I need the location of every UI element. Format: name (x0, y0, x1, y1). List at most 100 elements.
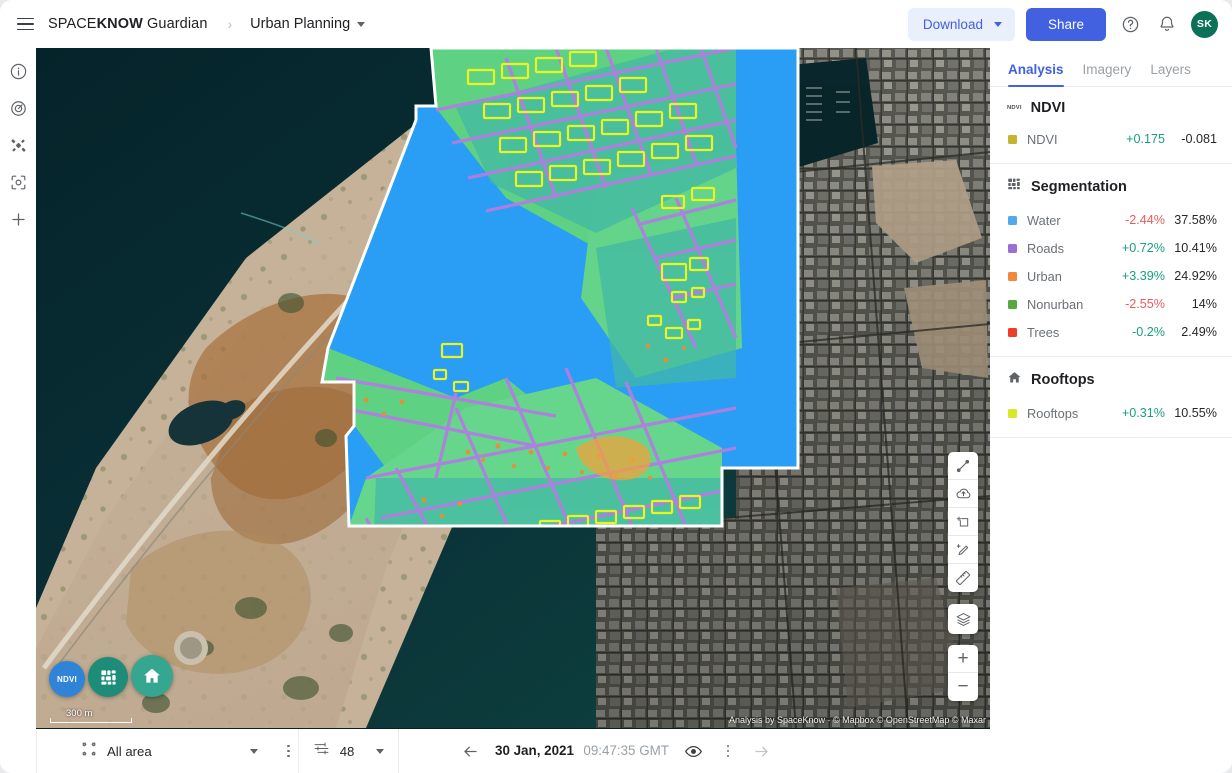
chevron-down-icon[interactable] (376, 748, 385, 754)
list-item[interactable]: Nonurban -2.55% 14% (1005, 290, 1217, 318)
brand-title: SPACEKNOW Guardian (48, 16, 208, 32)
list-item[interactable]: Roads +0.72% 10.41% (1005, 234, 1217, 262)
map-viewport[interactable]: + − NDVI 300 m Analysis by SpaceKnow · ©… (36, 48, 990, 729)
aoi-selector[interactable]: All area (81, 741, 152, 762)
satellite-icon[interactable] (5, 132, 31, 158)
list-item-delta: -2.55% (1125, 297, 1165, 311)
avatar[interactable]: SK (1191, 10, 1218, 38)
help-circle-icon[interactable] (1117, 11, 1143, 37)
list-item[interactable]: Trees -0.2% 2.49% (1005, 318, 1217, 346)
color-swatch (1008, 271, 1017, 281)
color-swatch (1008, 134, 1017, 144)
list-item-label: Water (1027, 212, 1061, 228)
tab-imagery[interactable]: Imagery (1083, 62, 1132, 86)
list-item-value: -0.081 (1181, 132, 1217, 146)
list-item-label: Rooftops (1027, 405, 1079, 421)
list-item-value: 10.41% (1174, 241, 1217, 255)
divider (398, 729, 400, 773)
list-item-delta: +0.72% (1121, 241, 1165, 255)
zoom-in-button[interactable]: + (948, 645, 978, 673)
section-ndvi-header: NDVI NDVI (1005, 100, 1217, 116)
layer-toggle-fabs: NDVI (49, 655, 173, 697)
date-display: 30 Jan, 2021 09:47:35 GMT (495, 742, 669, 760)
polyline-icon[interactable] (948, 452, 978, 480)
list-item-value: 37.58% (1174, 213, 1217, 227)
scan-frame-icon[interactable] (5, 169, 31, 195)
section-segmentation-title: Segmentation (1031, 179, 1127, 195)
scene-filter-cell: 48 (299, 729, 399, 773)
map-attribution: Analysis by SpaceKnow · © Mapbox © OpenS… (728, 715, 986, 725)
rooftops-fab[interactable] (131, 655, 173, 697)
segmentation-fab[interactable] (88, 657, 128, 697)
scene-more-icon[interactable] (719, 742, 737, 760)
list-item[interactable]: Water -2.44% 37.58% (1005, 206, 1217, 234)
section-ndvi: NDVI NDVI NDVI +0.175 -0.081 (990, 87, 1232, 164)
layers-icon[interactable] (948, 604, 978, 634)
list-item-delta: +0.31% (1121, 406, 1165, 420)
scale-bar-label: 300 m (66, 708, 93, 719)
analysis-panel: Analysis Imagery Layers NDVI NDVI NDVI +… (990, 48, 1232, 729)
list-item[interactable]: Rooftops +0.31% 10.55% (1005, 399, 1217, 427)
brand-bold: KNOW (96, 16, 143, 32)
arrow-left-icon[interactable] (458, 739, 482, 763)
chevron-down-icon (357, 21, 366, 27)
ruler-icon[interactable] (948, 564, 978, 592)
brand-prefix: SPACE (48, 16, 97, 32)
sliders-icon[interactable] (313, 740, 330, 762)
section-rooftops-header: Rooftops (1005, 370, 1217, 390)
list-item[interactable]: NDVI +0.175 -0.081 (1005, 125, 1217, 153)
main-body: + − NDVI 300 m Analysis by SpaceKnow · ©… (0, 48, 1232, 729)
aoi-selector-cell: All area (37, 729, 298, 773)
section-rooftops-title: Rooftops (1031, 372, 1095, 388)
zoom-controls: + − (948, 645, 978, 701)
breadcrumb-separator: › (227, 16, 233, 32)
aoi-frame-icon (81, 741, 97, 762)
scale-bar: 300 m (50, 708, 132, 723)
share-button[interactable]: Share (1025, 7, 1106, 41)
target-icon[interactable] (5, 95, 31, 121)
download-button[interactable]: Download (907, 7, 1015, 41)
list-item-value: 2.49% (1181, 325, 1217, 339)
list-item-delta: +0.175 (1126, 132, 1165, 146)
top-bar: SPACEKNOW Guardian › Urban Planning Down… (0, 0, 1232, 48)
hamburger-icon[interactable] (10, 9, 40, 39)
cloud-upload-icon[interactable] (948, 480, 978, 508)
bell-icon[interactable] (1154, 11, 1180, 37)
eye-icon[interactable] (682, 739, 706, 763)
list-item-label: NDVI (1027, 131, 1058, 147)
arrow-right-icon[interactable] (750, 739, 774, 763)
scene-count-label: 48 (339, 743, 355, 759)
color-swatch (1008, 243, 1017, 253)
left-tool-rail (0, 48, 36, 729)
aoi-more-icon[interactable] (280, 742, 298, 760)
time-label: 09:47:35 GMT (583, 743, 669, 758)
tab-analysis[interactable]: Analysis (1008, 62, 1064, 87)
brand-suffix: Guardian (142, 16, 208, 32)
ndvi-fab-label: NDVI (57, 674, 77, 684)
info-icon[interactable] (5, 58, 31, 84)
section-ndvi-title: NDVI (1030, 100, 1066, 116)
home-icon (1007, 370, 1022, 390)
list-item[interactable]: Urban +3.39% 24.92% (1005, 262, 1217, 290)
section-segmentation: Segmentation Water -2.44% 37.58% Roads +… (990, 164, 1232, 357)
chevron-down-icon[interactable] (249, 748, 258, 754)
list-item-label: Urban (1027, 268, 1062, 284)
panel-tabs: Analysis Imagery Layers (990, 48, 1232, 87)
zoom-out-button[interactable]: − (948, 673, 978, 701)
list-item-delta: +3.39% (1121, 269, 1165, 283)
date-label: 30 Jan, 2021 (495, 743, 574, 758)
list-item-value: 10.55% (1174, 406, 1217, 420)
plus-icon[interactable] (5, 206, 31, 232)
ndvi-badge-icon: NDVI (1007, 105, 1022, 111)
list-item-value: 14% (1191, 297, 1217, 311)
add-pencil-icon[interactable] (948, 536, 978, 564)
color-swatch (1008, 327, 1017, 337)
add-rectangle-icon[interactable] (948, 508, 978, 536)
tab-layers[interactable]: Layers (1150, 62, 1191, 86)
download-label: Download (922, 16, 983, 32)
ndvi-fab[interactable]: NDVI (49, 661, 85, 697)
breadcrumb-project[interactable]: Urban Planning (250, 16, 366, 32)
application-window: SPACEKNOW Guardian › Urban Planning Down… (0, 0, 1232, 773)
bottom-bar: All area 48 30 Jan, 2021 09:47:35 GMT (0, 729, 1232, 773)
color-swatch (1008, 215, 1017, 225)
